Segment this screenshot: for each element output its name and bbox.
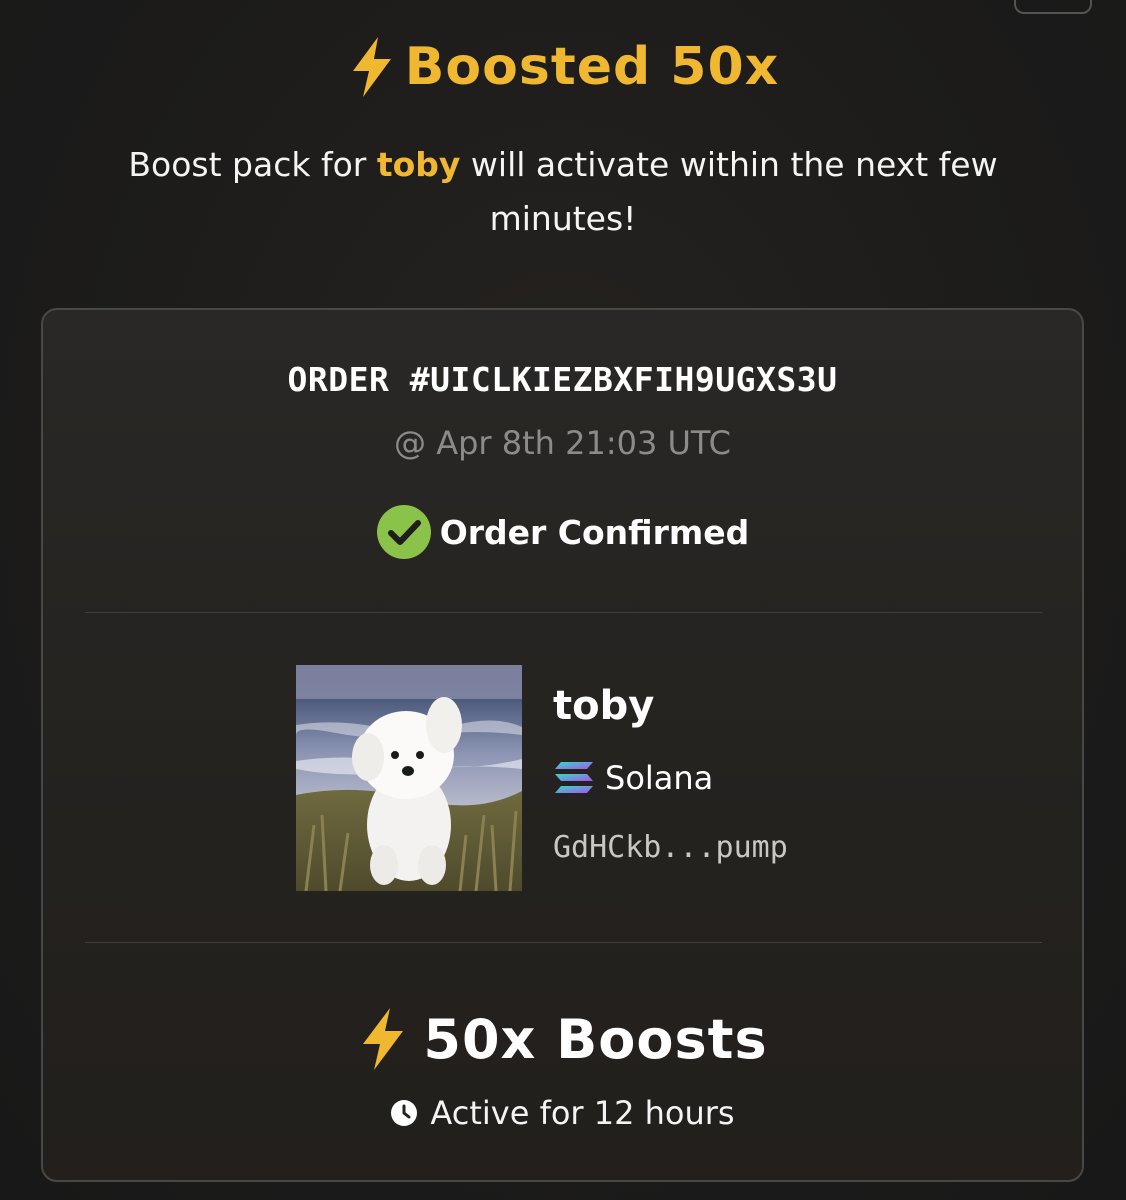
boost-count: 50x Boosts <box>423 1007 768 1071</box>
token-address[interactable]: GdHCkb...pump <box>553 830 788 865</box>
top-right-button-edge[interactable] <box>1014 0 1092 14</box>
token-avatar <box>296 665 522 891</box>
token-name: toby <box>553 683 655 729</box>
token-chain-label: Solana <box>605 759 714 797</box>
boost-duration: Active for 12 hours <box>43 1094 1082 1132</box>
divider <box>85 942 1042 943</box>
order-status: Order Confirmed <box>43 504 1082 560</box>
activation-message-end: will activate within the next few <box>460 145 998 184</box>
check-circle-icon <box>376 505 431 559</box>
token-chain: Solana <box>553 759 713 797</box>
token-info: toby Solana GdHCkb...pump <box>296 665 896 891</box>
boost-duration-text: Active for 12 hours <box>430 1094 735 1132</box>
page-title: Boosted 50x <box>347 34 779 100</box>
lightning-bolt-icon <box>352 37 391 97</box>
order-timestamp: @ Apr 8th 21:03 UTC <box>394 424 731 462</box>
activation-message-line2: minutes! <box>489 199 637 238</box>
header: Boosted 50x <box>0 34 1126 103</box>
order-id: ORDER #UICLKIEZBXFIH9UGXS3U <box>287 360 838 399</box>
activation-message-start: Boost pack for <box>128 145 377 184</box>
activation-message: Boost pack for toby will activate within… <box>0 138 1126 246</box>
order-card: ORDER #UICLKIEZBXFIH9UGXS3U @ Apr 8th 21… <box>41 308 1084 1182</box>
activation-token-name: toby <box>376 145 461 184</box>
boost-summary: 50x Boosts <box>43 1006 1082 1072</box>
clock-icon <box>391 1100 418 1126</box>
lightning-bolt-icon <box>363 1008 404 1070</box>
page-title-text: Boosted 50x <box>404 37 780 97</box>
divider <box>85 612 1042 613</box>
order-status-text: Order Confirmed <box>439 512 750 552</box>
solana-icon <box>555 762 593 793</box>
